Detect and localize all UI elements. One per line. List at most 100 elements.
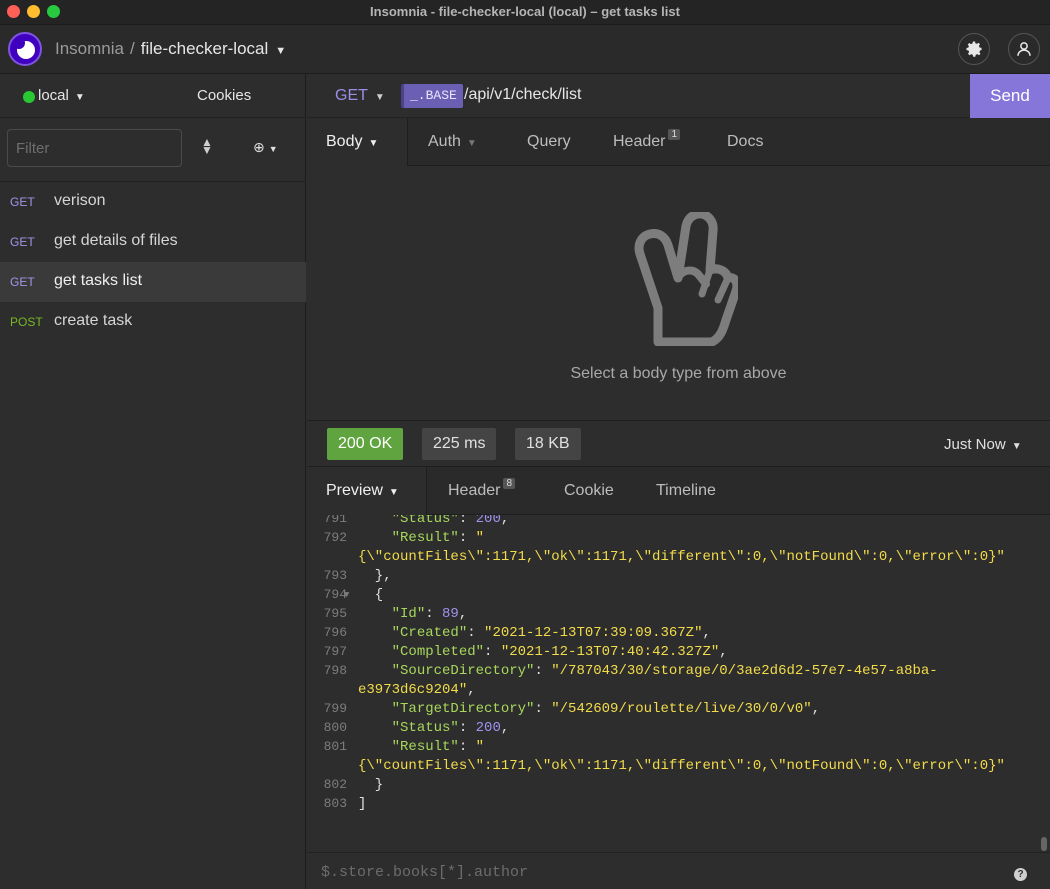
code-line: 797 "Completed": "2021-12-13T07:40:42.32… bbox=[307, 644, 1050, 663]
fold-arrow-icon[interactable]: ▼ bbox=[344, 590, 349, 600]
request-method: GET bbox=[10, 195, 35, 209]
request-body-panel: Select a body type from above bbox=[307, 166, 1050, 421]
breadcrumb-app[interactable]: Insomnia bbox=[55, 39, 124, 58]
send-button[interactable]: Send bbox=[970, 74, 1050, 118]
response-size-badge: 18 KB bbox=[515, 428, 581, 460]
request-method: GET bbox=[10, 275, 35, 289]
request-tabs: Body ▼ Auth ▼ Query Header 1 Docs bbox=[307, 118, 1050, 166]
request-method: GET bbox=[10, 235, 35, 249]
line-number: 798 bbox=[323, 663, 347, 678]
response-tabs: Preview ▼ Header 8 Cookie Timeline bbox=[307, 467, 1050, 515]
code-line: {\"countFiles\":1171,\"ok\":1171,\"diffe… bbox=[307, 549, 1050, 568]
method-label: GET bbox=[335, 87, 368, 104]
chevron-down-icon: ▼ bbox=[388, 487, 399, 498]
tab-header[interactable]: Header 1 bbox=[613, 129, 681, 151]
code-line: 794 ▼ { bbox=[307, 587, 1050, 606]
tab-label: Cookie bbox=[564, 482, 614, 499]
code-line: 803] bbox=[307, 796, 1050, 815]
insomnia-logo[interactable] bbox=[8, 32, 42, 66]
request-item-verison[interactable]: GET verison bbox=[0, 182, 306, 222]
response-history-dropdown[interactable]: Just Now ▼ bbox=[944, 436, 1022, 453]
status-badge: 200 OK bbox=[327, 428, 404, 460]
tab-query[interactable]: Query bbox=[527, 133, 571, 151]
chevron-down-icon: ▼ bbox=[374, 92, 385, 103]
code-text: "Result": " bbox=[391, 739, 485, 755]
chevron-down-icon: ▼ bbox=[268, 144, 278, 154]
code-line: 802 } bbox=[307, 777, 1050, 796]
settings-button[interactable] bbox=[958, 33, 990, 65]
request-list: GET verison GET get details of files GET… bbox=[0, 182, 306, 342]
code-line: e3973d6c9204", bbox=[307, 682, 1050, 701]
code-text: "Result": " bbox=[391, 530, 485, 546]
app-header: Insomnia / file-checker-local ▼ bbox=[0, 25, 1050, 74]
url-bar: GET ▼ _.BASE /api/v1/check/list Send bbox=[307, 74, 1050, 118]
scrollbar-thumb[interactable] bbox=[1041, 837, 1047, 851]
code-text: "Status": 200, bbox=[391, 515, 510, 527]
request-item-get-tasks-list[interactable]: GET get tasks list bbox=[0, 262, 306, 302]
sidebar-filter-row: ▲▼ ⊕▼ bbox=[0, 118, 306, 182]
request-item-create-task[interactable]: POST create task bbox=[0, 302, 306, 342]
breadcrumb: Insomnia / file-checker-local ▼ bbox=[55, 39, 286, 59]
code-text: {\"countFiles\":1171,\"ok\":1171,\"diffe… bbox=[358, 758, 1005, 774]
tab-label: Header bbox=[448, 482, 501, 499]
code-line: 793 }, bbox=[307, 568, 1050, 587]
tab-body[interactable]: Body ▼ bbox=[326, 133, 378, 151]
tab-label: Timeline bbox=[656, 482, 716, 499]
chevron-down-icon: ▼ bbox=[74, 92, 85, 103]
chevron-down-icon: ▼ bbox=[1011, 441, 1022, 452]
code-line: 792 "Result": " bbox=[307, 530, 1050, 549]
sidebar-filter-input[interactable] bbox=[7, 129, 182, 167]
code-text: "SourceDirectory": "/787043/30/storage/0… bbox=[391, 663, 938, 679]
code-line: 796 "Created": "2021-12-13T07:39:09.367Z… bbox=[307, 625, 1050, 644]
cookies-button[interactable]: Cookies bbox=[197, 87, 251, 104]
chevron-down-icon: ▼ bbox=[466, 138, 477, 149]
code-line: 800 "Status": 200, bbox=[307, 720, 1050, 739]
response-time-badge: 225 ms bbox=[422, 428, 497, 460]
account-button[interactable] bbox=[1008, 33, 1040, 65]
base-url-tag[interactable]: _.BASE bbox=[401, 84, 463, 108]
tab-docs[interactable]: Docs bbox=[727, 133, 763, 151]
line-number: 797 bbox=[323, 644, 347, 659]
url-path-input[interactable]: /api/v1/check/list bbox=[464, 86, 581, 104]
header-count-badge: 1 bbox=[668, 129, 681, 140]
tab-cookie[interactable]: Cookie bbox=[564, 482, 614, 500]
tab-preview[interactable]: Preview ▼ bbox=[326, 482, 399, 500]
line-number: 794 bbox=[323, 587, 347, 602]
sort-icon[interactable]: ▲ ▼ bbox=[200, 136, 214, 156]
line-number: 791 bbox=[323, 515, 347, 526]
environment-selector[interactable]: local ▼ bbox=[23, 87, 85, 104]
code-text: e3973d6c9204", bbox=[358, 682, 476, 698]
line-number: 799 bbox=[323, 701, 347, 716]
sidebar: local▼ Cookies ▲▼ ⊕▼ GET verison GET get… bbox=[0, 74, 306, 889]
tab-label: Preview bbox=[326, 482, 383, 499]
add-request-button[interactable]: ⊕ ▼ bbox=[253, 139, 278, 156]
response-filter-input[interactable] bbox=[321, 861, 1001, 883]
environment-status-dot bbox=[23, 91, 35, 103]
method-selector[interactable]: GET ▼ bbox=[335, 87, 385, 105]
header-count-badge: 8 bbox=[503, 478, 516, 489]
code-line: 798 "SourceDirectory": "/787043/30/stora… bbox=[307, 663, 1050, 682]
plus-circle-icon: ⊕ bbox=[253, 139, 265, 155]
tab-response-header[interactable]: Header 8 bbox=[448, 478, 516, 500]
chevron-down-icon[interactable]: ▼ bbox=[275, 45, 286, 57]
tab-label: Query bbox=[527, 133, 571, 150]
breadcrumb-project[interactable]: file-checker-local bbox=[141, 39, 269, 58]
tab-timeline[interactable]: Timeline bbox=[656, 482, 716, 500]
code-text: } bbox=[358, 777, 384, 793]
chevron-down-icon: ▼ bbox=[368, 138, 379, 149]
sidebar-header: local ▼ Cookies bbox=[0, 74, 306, 118]
request-method: POST bbox=[10, 315, 43, 329]
line-number: 793 bbox=[323, 568, 347, 583]
tab-label: Body bbox=[326, 133, 363, 150]
empty-body-message: Select a body type from above bbox=[570, 365, 787, 382]
help-icon[interactable]: ? bbox=[1014, 868, 1027, 881]
code-text: "TargetDirectory": "/542609/roulette/liv… bbox=[391, 701, 821, 717]
response-code-viewer[interactable]: 791 "Status": 200, 792 "Result": " {\"coun… bbox=[307, 515, 1050, 852]
request-item-get-details-of-files[interactable]: GET get details of files bbox=[0, 222, 306, 262]
tab-label: Auth bbox=[428, 133, 461, 150]
code-text: { bbox=[358, 587, 384, 603]
line-number: 800 bbox=[323, 720, 347, 735]
tab-auth[interactable]: Auth ▼ bbox=[428, 133, 477, 151]
code-text: {\"countFiles\":1171,\"ok\":1171,\"diffe… bbox=[358, 549, 1005, 565]
code-text: }, bbox=[358, 568, 392, 584]
